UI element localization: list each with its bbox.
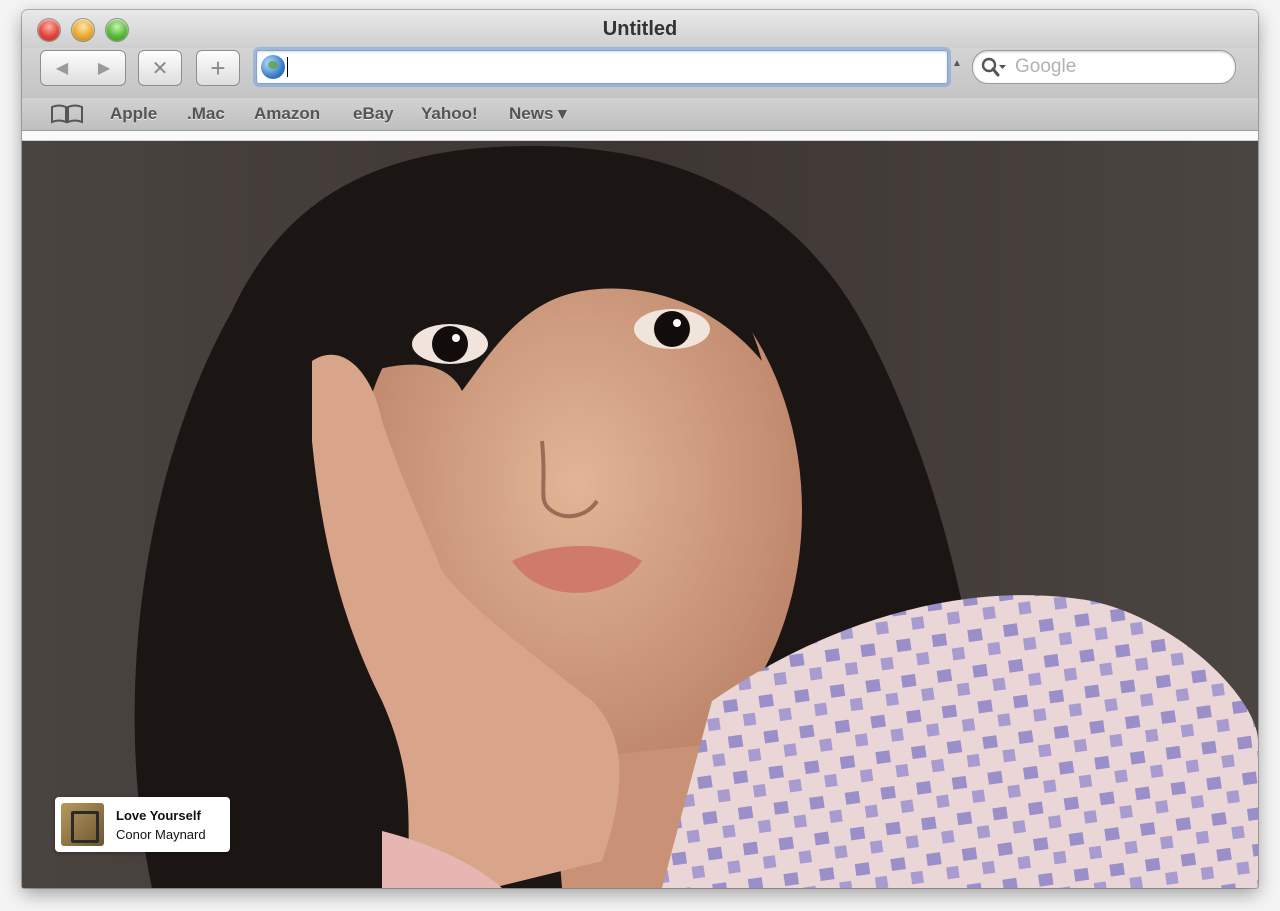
song-title: Love Yourself xyxy=(116,808,201,823)
now-playing-widget[interactable]: Love Yourself Conor Maynard xyxy=(55,797,230,852)
globe-icon xyxy=(261,55,285,79)
toolbar: ◀ ▶ ✕ + ▲ Google xyxy=(22,48,1258,98)
forward-arrow-icon[interactable]: ▶ xyxy=(98,58,110,78)
bookmark-amazon[interactable]: Amazon xyxy=(254,104,320,124)
add-bookmark-button[interactable]: + xyxy=(196,50,240,86)
bookmark-apple[interactable]: Apple xyxy=(110,104,157,124)
book-icon[interactable] xyxy=(50,104,84,124)
toolbar-divider xyxy=(22,131,1258,141)
address-history-chevron-icon[interactable]: ▲ xyxy=(952,58,962,69)
stop-button[interactable]: ✕ xyxy=(138,50,182,86)
magnifier-icon[interactable] xyxy=(979,56,1007,78)
portrait-photo xyxy=(22,141,1258,888)
title-bar: Untitled xyxy=(22,10,1258,48)
bookmarks-bar: Apple .Mac Amazon eBay Yahoo! News ▾ xyxy=(22,98,1258,131)
search-field[interactable]: Google xyxy=(972,50,1236,84)
bookmark-ebay[interactable]: eBay xyxy=(353,104,394,124)
address-field[interactable] xyxy=(256,50,948,84)
window-title: Untitled xyxy=(602,18,678,40)
album-art xyxy=(61,803,104,846)
back-forward-buttons[interactable]: ◀ ▶ xyxy=(40,50,126,86)
back-arrow-icon[interactable]: ◀ xyxy=(56,58,68,78)
search-placeholder: Google xyxy=(1015,56,1077,77)
bookmark-mac[interactable]: .Mac xyxy=(187,104,225,124)
bookmark-news-menu[interactable]: News ▾ xyxy=(509,104,567,124)
bookmark-yahoo[interactable]: Yahoo! xyxy=(421,104,478,124)
page-content: Love Yourself Conor Maynard xyxy=(22,141,1258,888)
browser-window: Untitled ◀ ▶ ✕ + ▲ Google Apple .Mac Ama… xyxy=(22,10,1258,888)
song-artist: Conor Maynard xyxy=(116,827,206,842)
text-cursor xyxy=(287,57,288,77)
